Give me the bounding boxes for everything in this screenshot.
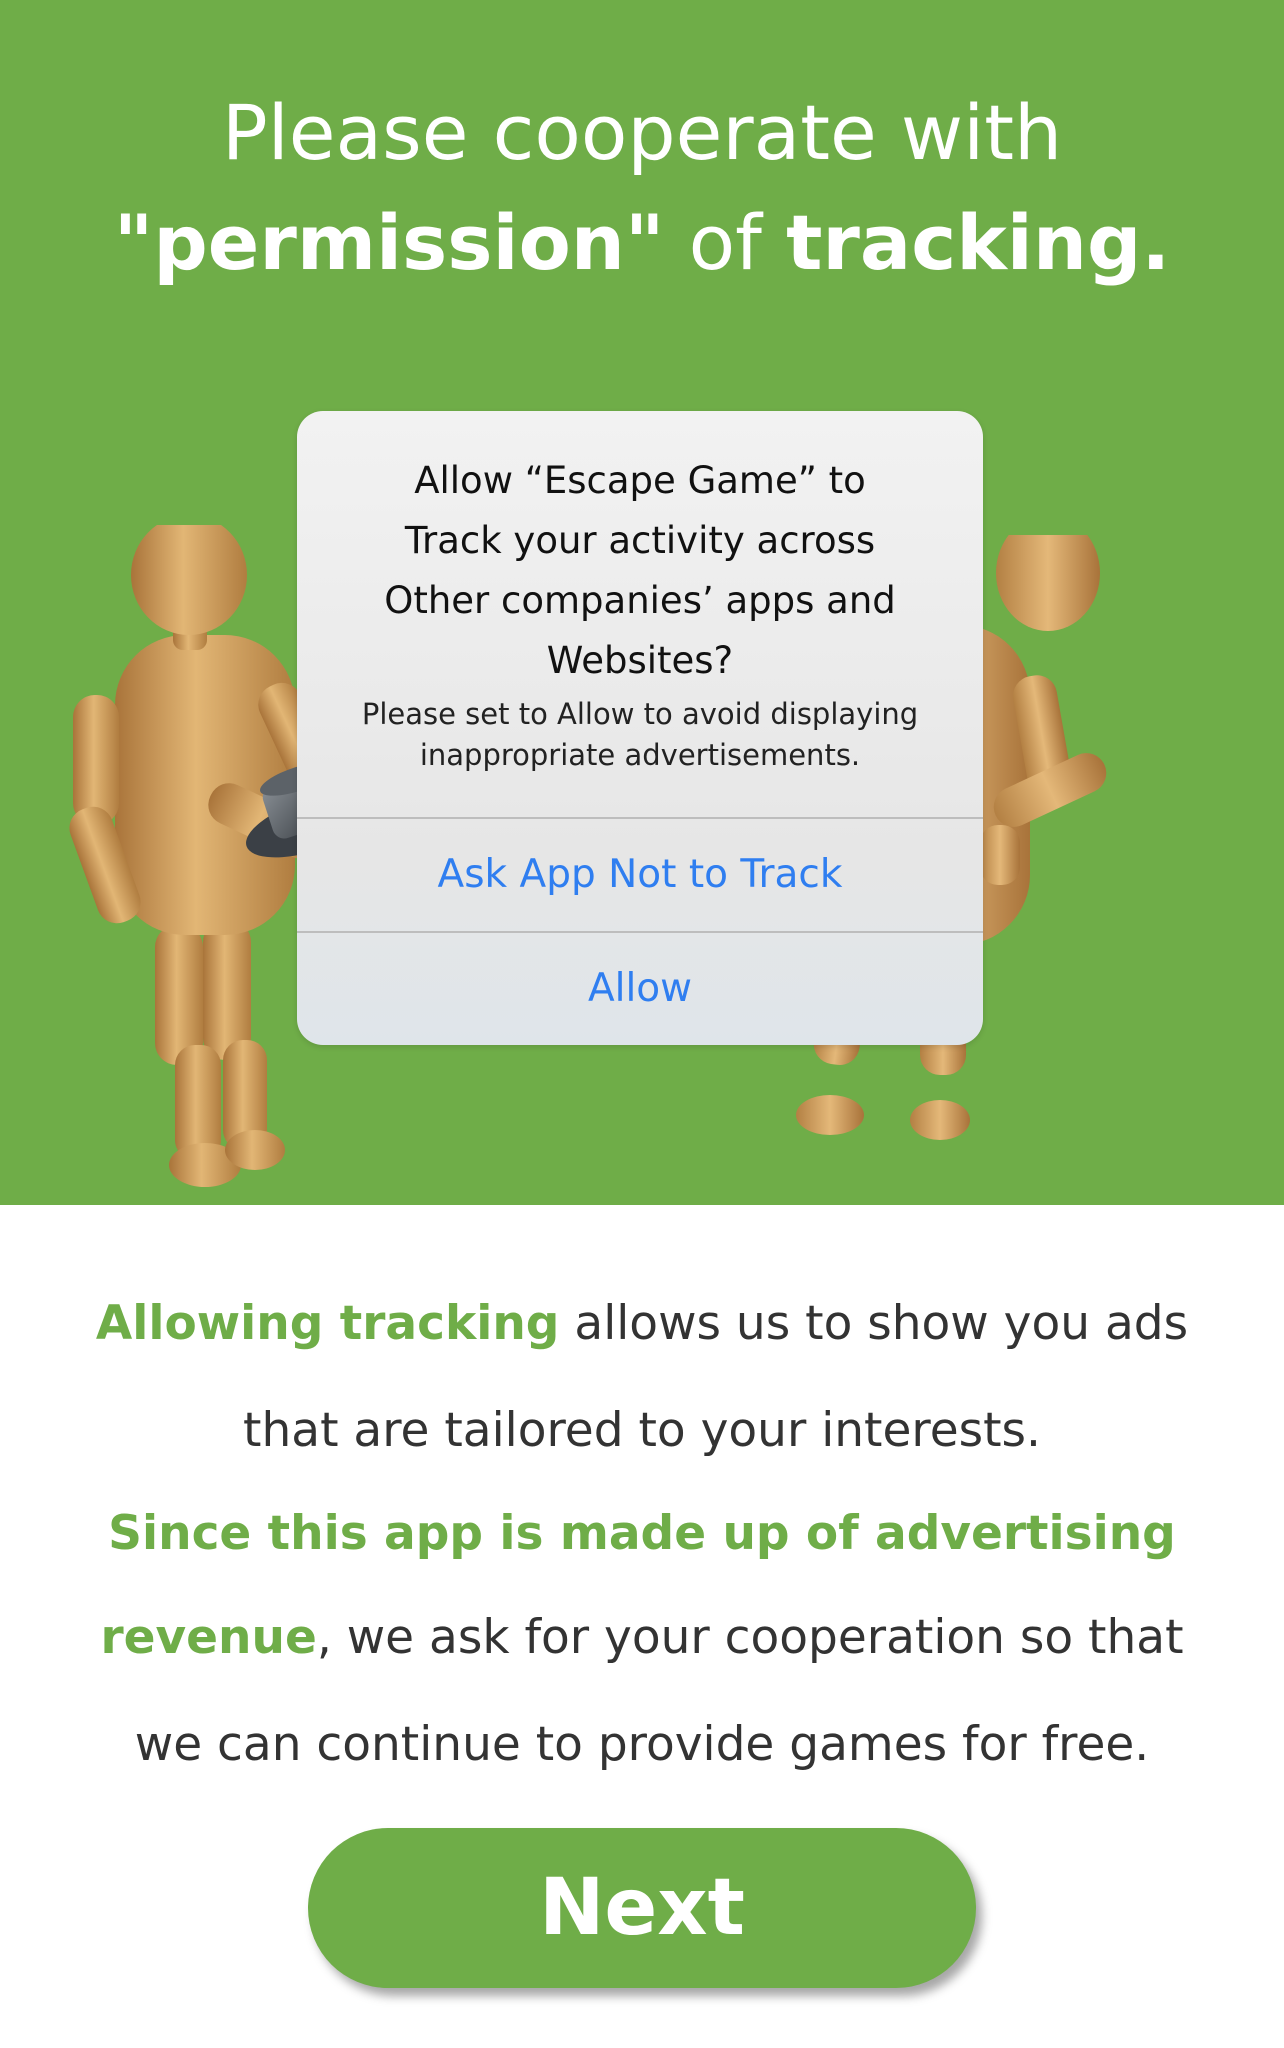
- explanation-text: Allowing tracking allows us to show you …: [40, 1270, 1244, 1798]
- next-button[interactable]: Next: [308, 1828, 976, 1988]
- dialog-title-line2: Track your activity across: [404, 519, 876, 562]
- dialog-title-line3: Other companies’ apps and: [384, 579, 896, 622]
- ask-app-not-to-track-button[interactable]: Ask App Not to Track: [297, 819, 983, 931]
- dialog-message: Please set to Allow to avoid displaying …: [327, 694, 953, 776]
- explanation-line1: Allowing tracking allows us to show you …: [40, 1270, 1244, 1377]
- explanation-line3: Since this app is made up of advertising: [108, 1506, 1176, 1561]
- dialog-message-line1: Please set to Allow to avoid displaying: [361, 697, 919, 731]
- hero-title-line1: Please cooperate with: [221, 88, 1063, 177]
- dialog-message-line2: inappropriate advertisements.: [419, 738, 861, 772]
- explanation-line2: that are tailored to your interests.: [243, 1403, 1041, 1458]
- hero-title: Please cooperate with "permission" of tr…: [0, 78, 1284, 298]
- hero-title-of: of: [664, 198, 787, 287]
- explanation-text-1: allows us to show you ads: [559, 1296, 1189, 1351]
- explanation-line5: we can continue to provide games for fre…: [134, 1717, 1150, 1772]
- dialog-title-line1: Allow “Escape Game” to: [414, 459, 866, 502]
- tracking-permission-screen: Please cooperate with "permission" of tr…: [0, 0, 1284, 2048]
- dialog-title-line4: Websites?: [546, 639, 734, 682]
- tracking-permission-dialog: Allow “Escape Game” to Track your activi…: [297, 411, 983, 1045]
- highlight-revenue: revenue: [100, 1610, 317, 1665]
- explanation-line4: revenue, we ask for your cooperation so …: [40, 1584, 1244, 1691]
- hero-title-permission: permission: [153, 198, 625, 287]
- allow-button[interactable]: Allow: [297, 933, 983, 1045]
- hero-panel: Please cooperate with "permission" of tr…: [0, 0, 1284, 1205]
- hero-title-quote-close: ": [624, 198, 665, 287]
- hero-title-line2: "permission" of tracking.: [0, 188, 1284, 298]
- hero-title-tracking: tracking.: [786, 198, 1171, 287]
- highlight-allowing-tracking: Allowing tracking: [95, 1296, 560, 1351]
- dialog-title: Allow “Escape Game” to Track your activi…: [317, 451, 963, 691]
- explanation-text-3: , we ask for your cooperation so that: [316, 1610, 1184, 1665]
- hero-title-quote-open: ": [113, 198, 154, 287]
